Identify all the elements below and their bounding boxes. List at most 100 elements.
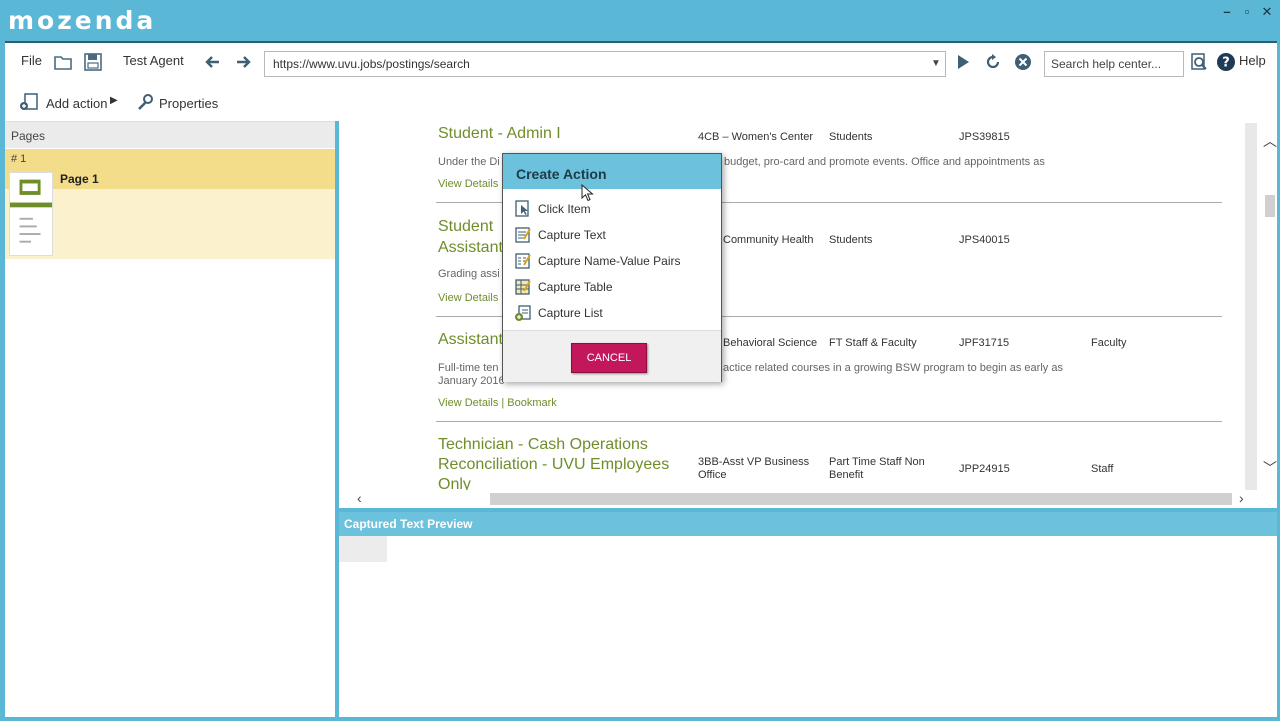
preview-cell[interactable]: [339, 536, 387, 562]
job-title[interactable]: Assistant: [438, 331, 503, 349]
job-department: Behavioral Science: [723, 337, 818, 349]
main-toolbar: File Test Agent https://www.uvu.jobs/pos…: [5, 43, 1277, 83]
scroll-up-icon[interactable]: ︿: [1263, 131, 1277, 151]
app-logo: mozenda: [8, 6, 157, 35]
job-description: January 2016: [438, 375, 505, 387]
job-description: Full-time ten: [438, 362, 499, 374]
action-capture-text[interactable]: Capture Text: [503, 222, 721, 248]
open-folder-icon[interactable]: [53, 52, 73, 72]
cancel-button[interactable]: CANCEL: [571, 343, 647, 373]
save-icon[interactable]: [83, 52, 103, 72]
view-details-link[interactable]: View Details |: [438, 292, 504, 304]
action-toolbar: Add action ▶ Properties: [5, 83, 1277, 121]
job-title-line[interactable]: Only: [438, 476, 471, 490]
action-label: Capture List: [538, 306, 603, 320]
capture-list-icon: [515, 305, 531, 321]
job-title[interactable]: Student - Admin I: [438, 125, 561, 143]
view-details-link[interactable]: View Details |: [438, 178, 504, 190]
chevron-down-icon[interactable]: ▼: [927, 52, 945, 76]
scroll-left-icon[interactable]: ‹: [357, 490, 362, 506]
help-icon[interactable]: ?: [1216, 52, 1236, 72]
job-type: Part Time Staff Non: [829, 456, 925, 468]
action-label: Click Item: [538, 202, 591, 216]
minimize-button[interactable]: –: [1220, 4, 1234, 20]
properties-button[interactable]: Properties: [159, 96, 218, 111]
help-button[interactable]: Help: [1239, 53, 1266, 68]
help-search-input[interactable]: Search help center...: [1044, 51, 1184, 77]
job-type: Benefit: [829, 469, 864, 481]
caret-right-icon[interactable]: ▶: [110, 95, 118, 106]
search-icon[interactable]: [1189, 52, 1209, 72]
job-description: Grading assi: [438, 268, 500, 280]
divider: [436, 421, 1222, 422]
agent-name[interactable]: Test Agent: [123, 53, 184, 68]
job-department: Community Health: [723, 234, 814, 246]
pages-panel: Pages # 1 Page 1: [5, 121, 335, 717]
help-search-placeholder: Search help center...: [1051, 57, 1162, 71]
page-item[interactable]: Page 1: [5, 169, 335, 259]
forward-arrow-icon[interactable]: [233, 52, 253, 72]
title-bar: mozenda – ▫ ✕: [0, 0, 1280, 41]
job-title-line[interactable]: Student: [438, 218, 493, 236]
job-id: JPS40015: [959, 234, 1010, 246]
add-action-icon[interactable]: [19, 92, 39, 112]
action-label: Capture Table: [538, 280, 613, 294]
click-item-icon: [515, 200, 529, 217]
action-capture-name-value[interactable]: Capture Name-Value Pairs: [503, 248, 721, 274]
preview-header: Captured Text Preview: [339, 512, 1277, 536]
create-action-popup: Create Action Click Item Capture Text Ca…: [502, 153, 722, 382]
job-category: Faculty: [1091, 337, 1127, 349]
page-number: # 1: [5, 149, 335, 169]
action-label: Capture Text: [538, 228, 606, 242]
scroll-track: [1245, 123, 1257, 490]
job-id: JPS39815: [959, 131, 1010, 143]
capture-name-value-icon: [515, 253, 531, 269]
refresh-icon[interactable]: [983, 52, 1003, 72]
page-label: Page 1: [60, 172, 99, 186]
close-window-button[interactable]: ✕: [1260, 4, 1274, 20]
file-menu[interactable]: File: [21, 53, 42, 68]
job-category: Staff: [1091, 463, 1114, 475]
popup-header: Create Action: [503, 154, 721, 189]
horizontal-scrollbar[interactable]: ‹ ›: [339, 490, 1277, 508]
stop-icon[interactable]: [1013, 52, 1033, 72]
job-department: 3BB-Asst VP Business: [698, 456, 810, 468]
preview-title: Captured Text Preview: [344, 517, 473, 531]
action-label: Capture Name-Value Pairs: [538, 254, 681, 268]
window-controls: – ▫ ✕: [1220, 4, 1274, 20]
add-action-button[interactable]: Add action: [46, 96, 107, 111]
job-title-line[interactable]: Reconciliation - UVU Employees: [438, 456, 669, 474]
scroll-down-icon[interactable]: ﹀: [1263, 458, 1277, 478]
action-capture-list[interactable]: Capture List: [503, 300, 721, 326]
view-details-link[interactable]: View Details | Bookmark: [438, 397, 557, 409]
url-text: https://www.uvu.jobs/postings/search: [273, 57, 470, 71]
scroll-thumb[interactable]: [1265, 195, 1275, 217]
mouse-cursor-icon: [581, 184, 594, 202]
job-title-line[interactable]: Technician - Cash Operations: [438, 436, 648, 454]
job-department: 4CB – Women's Center: [698, 131, 814, 143]
wrench-icon[interactable]: [135, 92, 155, 112]
job-title-line[interactable]: Assistant: [438, 239, 503, 257]
horizontal-scroll-thumb[interactable]: [490, 493, 1232, 505]
job-description-cont: actice related courses in a growing BSW …: [723, 362, 1063, 374]
scroll-right-icon[interactable]: ›: [1239, 490, 1244, 506]
pages-header: Pages: [5, 122, 335, 148]
popup-footer: CANCEL: [503, 330, 721, 382]
action-capture-table[interactable]: Capture Table: [503, 274, 721, 300]
page-thumbnail[interactable]: [9, 172, 53, 256]
capture-text-icon: [515, 227, 531, 243]
url-input[interactable]: https://www.uvu.jobs/postings/search ▼: [264, 51, 946, 77]
action-click-item[interactable]: Click Item: [503, 196, 721, 222]
maximize-button[interactable]: ▫: [1240, 4, 1254, 20]
svg-text:?: ?: [1222, 56, 1230, 71]
play-icon[interactable]: [953, 52, 973, 72]
job-description-cont: budget, pro-card and promote events. Off…: [724, 156, 1045, 168]
job-department: Office: [698, 469, 727, 481]
popup-title: Create Action: [516, 166, 607, 182]
vertical-scrollbar[interactable]: ︿ ﹀: [1245, 123, 1277, 490]
preview-body: [339, 536, 1277, 717]
browser-view: Student - Admin I 4CB – Women's Center S…: [339, 123, 1277, 490]
back-arrow-icon[interactable]: [203, 52, 223, 72]
job-description: Under the Di: [438, 156, 500, 168]
job-type: FT Staff & Faculty: [829, 337, 917, 349]
